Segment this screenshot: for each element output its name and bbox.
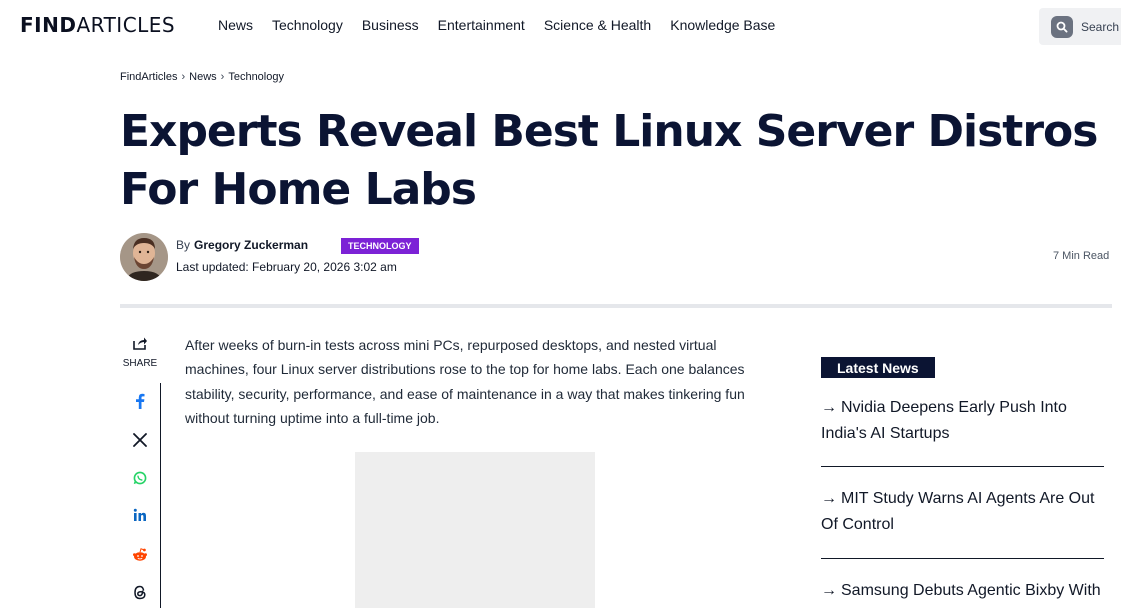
latest-news-title: Samsung Debuts Agentic Bixby With bbox=[841, 582, 1101, 599]
threads-icon bbox=[133, 585, 147, 605]
breadcrumb-news[interactable]: News bbox=[189, 71, 217, 83]
article-intro: After weeks of burn-in tests across mini… bbox=[185, 337, 745, 426]
main-nav: News Technology Business Entertainment S… bbox=[218, 17, 775, 33]
x-icon bbox=[133, 432, 147, 452]
nav-knowledge-base[interactable]: Knowledge Base bbox=[670, 17, 775, 33]
latest-news-title: MIT Study Warns AI Agents Are Out Of Con… bbox=[821, 490, 1095, 533]
read-time: 7 Min Read bbox=[1053, 250, 1110, 262]
linkedin-icon bbox=[133, 508, 147, 527]
whatsapp-icon bbox=[133, 471, 147, 490]
latest-news-item[interactable]: → Samsung Debuts Agentic Bixby With bbox=[821, 578, 1104, 604]
share-label: SHARE bbox=[122, 358, 158, 369]
linkedin-share-button[interactable] bbox=[130, 507, 150, 527]
search-label: Search bbox=[1081, 19, 1120, 34]
share-icon bbox=[132, 337, 148, 355]
arrow-right-icon: → bbox=[821, 582, 837, 599]
logo-light-text: ARTICLES bbox=[76, 13, 176, 37]
author-name[interactable]: Gregory Zuckerman bbox=[194, 238, 308, 252]
nav-science-health[interactable]: Science & Health bbox=[544, 17, 651, 33]
logo-bold-text: FIND bbox=[20, 13, 77, 37]
byline: By Gregory Zuckerman bbox=[176, 238, 308, 252]
breadcrumb-technology[interactable]: Technology bbox=[228, 71, 284, 83]
latest-news-item[interactable]: → Nvidia Deepens Early Push Into India's … bbox=[821, 395, 1104, 447]
article-title: Experts Reveal Best Linux Server Distros… bbox=[120, 106, 1098, 215]
article-image-placeholder bbox=[355, 452, 595, 608]
share-rail bbox=[120, 383, 161, 608]
byline-prefix: By bbox=[176, 238, 191, 252]
breadcrumb: FindArticles › News › Technology bbox=[120, 71, 284, 83]
news-divider bbox=[821, 558, 1104, 559]
breadcrumb-home[interactable]: FindArticles bbox=[120, 71, 177, 83]
category-badge[interactable]: TECHNOLOGY bbox=[341, 238, 419, 254]
news-divider bbox=[821, 466, 1104, 467]
header-divider bbox=[120, 304, 1112, 308]
nav-business[interactable]: Business bbox=[362, 17, 419, 33]
latest-news-title: Nvidia Deepens Early Push Into India's A… bbox=[821, 399, 1067, 442]
reddit-icon bbox=[132, 547, 148, 568]
reddit-share-button[interactable] bbox=[130, 547, 150, 567]
share-button[interactable]: SHARE bbox=[120, 335, 160, 369]
nav-news[interactable]: News bbox=[218, 17, 253, 33]
nav-entertainment[interactable]: Entertainment bbox=[438, 17, 525, 33]
threads-share-button[interactable] bbox=[130, 585, 150, 605]
latest-news-item[interactable]: → MIT Study Warns AI Agents Are Out Of Co… bbox=[821, 486, 1104, 538]
share-panel: SHARE bbox=[120, 335, 160, 369]
site-logo[interactable]: FINDARTICLES bbox=[20, 13, 175, 37]
search-icon bbox=[1051, 15, 1073, 38]
x-share-button[interactable] bbox=[130, 432, 150, 452]
author-avatar[interactable] bbox=[120, 233, 168, 281]
facebook-share-button[interactable] bbox=[130, 393, 150, 413]
nav-technology[interactable]: Technology bbox=[272, 17, 343, 33]
breadcrumb-separator: › bbox=[220, 71, 225, 83]
breadcrumb-separator: › bbox=[181, 71, 186, 83]
whatsapp-share-button[interactable] bbox=[130, 470, 150, 490]
last-updated: Last updated: February 20, 2026 3:02 am bbox=[176, 260, 397, 274]
facebook-icon bbox=[135, 393, 145, 414]
arrow-right-icon: → bbox=[821, 399, 837, 416]
site-header: FINDARTICLES News Technology Business En… bbox=[0, 0, 1121, 50]
search-button[interactable]: Search bbox=[1039, 8, 1121, 45]
arrow-right-icon: → bbox=[821, 490, 837, 507]
latest-news-heading: Latest News bbox=[821, 357, 935, 378]
